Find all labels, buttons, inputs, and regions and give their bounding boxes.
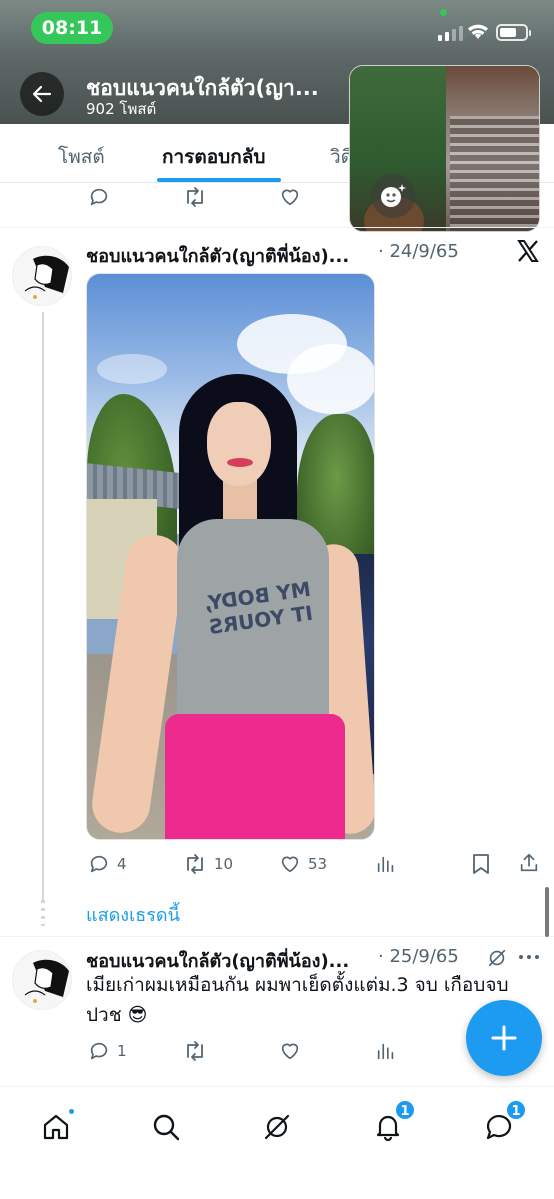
- active-tab-indicator: [157, 178, 281, 182]
- like-icon: [281, 189, 299, 206]
- scrollbar[interactable]: [545, 887, 549, 937]
- bookmark-icon: [473, 854, 489, 874]
- nav-search[interactable]: [144, 1105, 188, 1149]
- views-button[interactable]: [375, 1040, 397, 1062]
- reply-count: 1: [117, 1042, 127, 1060]
- repost-icon: [187, 854, 203, 874]
- tweet-photo[interactable]: MY BODY, IT YOURS: [86, 273, 375, 840]
- prev-like-button[interactable]: [279, 186, 301, 208]
- back-button[interactable]: [20, 72, 64, 116]
- status-bar: 08:11: [0, 0, 554, 56]
- like-count: 53: [308, 855, 328, 873]
- repost-icon: [187, 1041, 203, 1061]
- more-icon[interactable]: [518, 953, 540, 961]
- bookmark-button[interactable]: [471, 853, 491, 875]
- home-icon: [43, 1114, 69, 1140]
- show-thread-link[interactable]: แสดงเธรดนี้: [86, 900, 180, 929]
- face-effect-icon: [381, 184, 406, 207]
- wifi-icon: [468, 24, 488, 39]
- tweet-date[interactable]: · 25/9/65: [378, 946, 459, 967]
- avatar-illustration: [24, 959, 69, 1003]
- tab-posts[interactable]: โพสต์: [58, 142, 105, 172]
- grok-icon: [264, 1114, 290, 1140]
- battery-icon: [496, 24, 531, 41]
- like-button[interactable]: 53: [279, 853, 327, 875]
- cellular-signal-icon: [438, 25, 463, 41]
- search-icon: [153, 1114, 180, 1141]
- thread-dots: [41, 900, 45, 926]
- reply-icon: [90, 855, 108, 873]
- nav-home[interactable]: [34, 1105, 78, 1149]
- reply-count: 4: [117, 855, 127, 873]
- home-unread-dot: [67, 1107, 76, 1116]
- prev-repost-button[interactable]: [183, 186, 207, 208]
- share-button[interactable]: [518, 852, 540, 874]
- avatar[interactable]: [12, 246, 72, 306]
- x-logo-icon: [517, 240, 539, 262]
- repost-button[interactable]: [183, 1040, 207, 1062]
- repost-button[interactable]: 10: [183, 853, 233, 875]
- compose-icon: [491, 1025, 517, 1051]
- post-count: 902 โพสต์: [86, 100, 157, 118]
- tweet-text: เมียเก่าผมเหมือนกัน ผมพาเย็ดตั้งแต่ม.3 จ…: [86, 974, 509, 1026]
- share-icon: [520, 853, 538, 872]
- repost-count: 10: [214, 855, 234, 873]
- reply-icon: [90, 188, 108, 206]
- views-icon: [377, 1043, 394, 1060]
- avatar[interactable]: [12, 950, 72, 1010]
- notifications-badge: 1: [394, 1099, 416, 1121]
- face-effect-button[interactable]: [371, 174, 415, 218]
- back-arrow-icon: [32, 85, 52, 103]
- prev-reply-button[interactable]: [88, 186, 110, 208]
- status-time: 08:11: [31, 12, 113, 44]
- like-icon: [281, 856, 299, 873]
- camera-indicator-dot: [440, 9, 447, 16]
- like-icon: [281, 1043, 299, 1060]
- bottom-navigation: 1 1: [0, 1086, 554, 1199]
- reply-icon: [90, 1042, 108, 1060]
- reply-button[interactable]: 1: [88, 1040, 127, 1062]
- thread-line: [42, 312, 44, 900]
- nav-notifications[interactable]: 1: [366, 1099, 416, 1149]
- like-button[interactable]: [279, 1040, 301, 1062]
- messages-badge: 1: [505, 1099, 527, 1121]
- views-button[interactable]: [375, 853, 397, 875]
- reply-button[interactable]: 4: [88, 853, 127, 875]
- avatar-illustration: [24, 255, 69, 299]
- tab-replies[interactable]: การตอบกลับ: [162, 142, 265, 172]
- nav-messages[interactable]: 1: [477, 1099, 527, 1149]
- nav-grok[interactable]: [255, 1105, 299, 1149]
- compose-button[interactable]: [466, 1000, 542, 1076]
- tweet-date[interactable]: · 24/9/65: [378, 241, 459, 262]
- views-icon: [377, 856, 394, 873]
- repost-icon: [187, 187, 203, 207]
- grok-icon[interactable]: [486, 947, 508, 969]
- tweet-author[interactable]: ชอบแนวคนใกล้ตัว(ญาติพี่น้อง)...: [86, 241, 349, 270]
